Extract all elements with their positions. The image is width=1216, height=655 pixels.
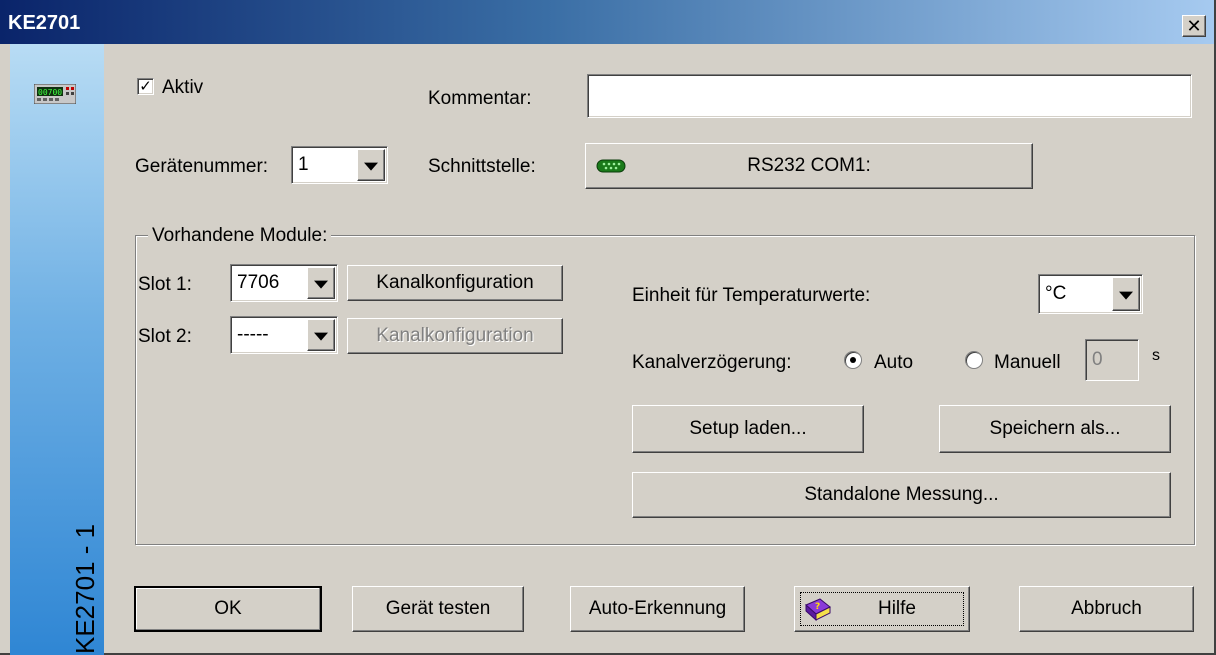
delay-value-input: 0 bbox=[1085, 339, 1139, 381]
dialog-window: KE2701 ✕ 00700 KE2701 - 1 ✓ Aktiv Kommen… bbox=[0, 0, 1216, 655]
slot1-channel-config-button[interactable]: Kanalkonfiguration bbox=[347, 265, 563, 301]
device-instance-label: KE2701 - 1 bbox=[70, 523, 100, 654]
serial-port-icon bbox=[596, 159, 626, 173]
chevron-down-icon[interactable] bbox=[307, 319, 335, 351]
autodetect-button[interactable]: Auto-Erkennung bbox=[570, 586, 745, 632]
slot1-label: Slot 1: bbox=[138, 274, 192, 295]
slot1-value: 7706 bbox=[237, 272, 280, 293]
title-bar[interactable]: KE2701 ✕ bbox=[0, 0, 1214, 44]
help-button[interactable]: ? Hilfe bbox=[794, 586, 970, 632]
setup-load-button[interactable]: Setup laden... bbox=[632, 405, 864, 453]
svg-text:?: ? bbox=[815, 602, 820, 612]
svg-text:00700: 00700 bbox=[38, 88, 62, 97]
delay-manual-radio[interactable] bbox=[965, 351, 983, 369]
delay-manual-label[interactable]: Manuell bbox=[994, 352, 1061, 374]
delay-value: 0 bbox=[1092, 349, 1103, 370]
modules-group-title: Vorhandene Module: bbox=[148, 225, 332, 247]
aktiv-checkbox[interactable]: ✓ bbox=[137, 78, 154, 95]
kommentar-input[interactable] bbox=[587, 74, 1192, 118]
window-title: KE2701 bbox=[8, 12, 81, 34]
slot2-label: Slot 2: bbox=[138, 326, 192, 347]
slot1-combo[interactable]: 7706 bbox=[230, 264, 338, 302]
delay-auto-radio[interactable] bbox=[844, 351, 862, 369]
delay-label: Kanalverzögerung: bbox=[632, 352, 792, 373]
chevron-down-icon[interactable] bbox=[357, 149, 385, 181]
chevron-down-icon[interactable] bbox=[1112, 277, 1140, 311]
save-as-button[interactable]: Speichern als... bbox=[939, 405, 1171, 453]
slot2-combo[interactable]: ----- bbox=[230, 316, 338, 354]
schnittstelle-label: Schnittstelle: bbox=[428, 156, 536, 177]
aktiv-label[interactable]: Aktiv bbox=[162, 77, 203, 99]
ok-button[interactable]: OK bbox=[134, 586, 322, 632]
kommentar-label: Kommentar: bbox=[428, 88, 532, 109]
cancel-button[interactable]: Abbruch bbox=[1019, 586, 1194, 632]
temp-unit-value: °C bbox=[1045, 283, 1067, 304]
test-device-button[interactable]: Gerät testen bbox=[352, 586, 524, 632]
delay-auto-label[interactable]: Auto bbox=[874, 352, 913, 374]
temp-unit-combo[interactable]: °C bbox=[1038, 274, 1143, 314]
geraetenummer-value: 1 bbox=[298, 154, 309, 175]
schnittstelle-value: RS232 COM1: bbox=[747, 155, 871, 176]
multimeter-icon: 00700 bbox=[34, 84, 76, 104]
schnittstelle-button[interactable]: RS232 COM1: bbox=[585, 143, 1033, 189]
help-book-icon: ? bbox=[805, 598, 831, 622]
temp-unit-label: Einheit für Temperaturwerte: bbox=[632, 285, 871, 306]
geraetenummer-combo[interactable]: 1 bbox=[291, 146, 388, 184]
standalone-measurement-button[interactable]: Standalone Messung... bbox=[632, 472, 1171, 518]
sidebar-panel: 00700 KE2701 - 1 bbox=[10, 44, 104, 655]
delay-unit-label: s bbox=[1152, 347, 1160, 364]
help-label: Hilfe bbox=[877, 598, 916, 619]
slot2-value: ----- bbox=[237, 324, 269, 345]
close-button[interactable]: ✕ bbox=[1182, 15, 1206, 37]
slot2-channel-config-button: Kanalkonfiguration bbox=[347, 318, 563, 354]
geraetenummer-label: Gerätenummer: bbox=[135, 156, 269, 177]
chevron-down-icon[interactable] bbox=[307, 267, 335, 299]
